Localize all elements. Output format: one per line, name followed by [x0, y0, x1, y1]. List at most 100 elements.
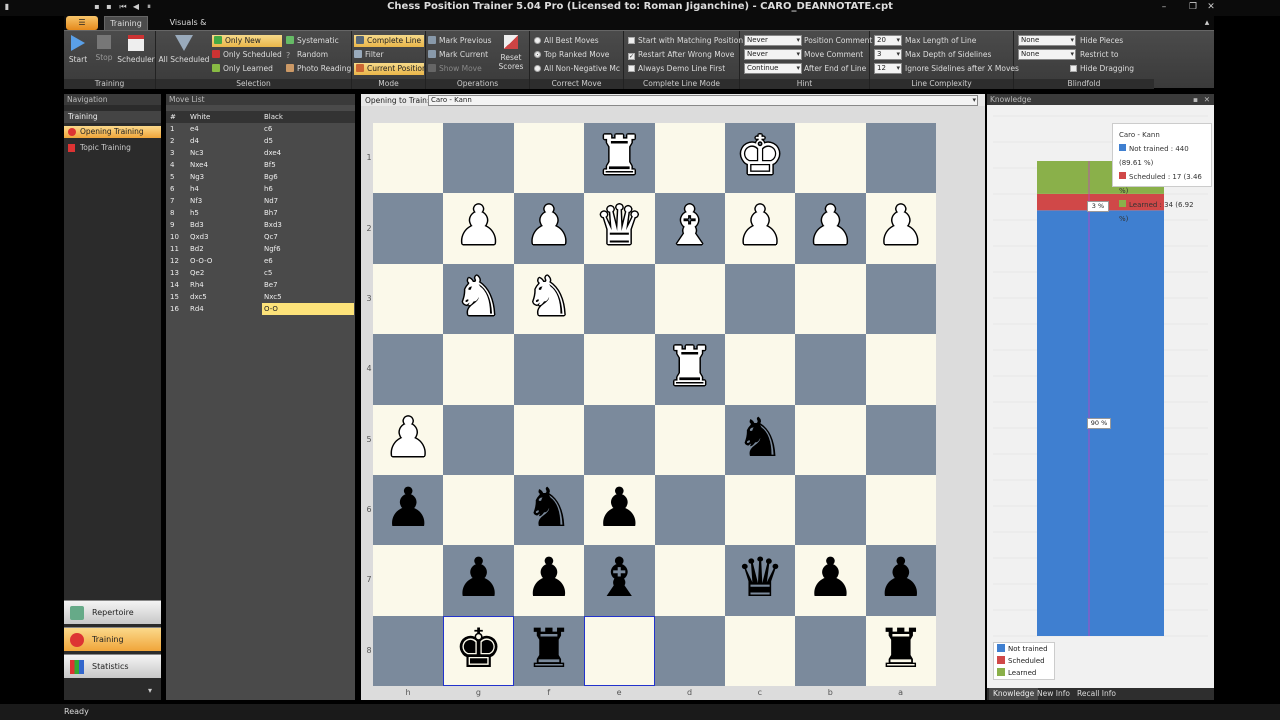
- white-pawn-piece[interactable]: ♟: [866, 193, 936, 263]
- tab-new-info[interactable]: New Info: [1037, 688, 1070, 700]
- square-a1[interactable]: [865, 123, 937, 194]
- current-position-button[interactable]: Current Position: [354, 63, 427, 75]
- end-of-line-select[interactable]: Continue: [744, 63, 802, 74]
- square-d8[interactable]: [654, 615, 725, 687]
- white-pawn-piece[interactable]: ♟: [443, 193, 513, 263]
- square-b3[interactable]: [795, 263, 866, 335]
- black-queen-piece[interactable]: ♛: [725, 545, 795, 615]
- hide-dragging-checkbox[interactable]: Hide Dragging: [1070, 63, 1134, 75]
- nav-button-statistics[interactable]: Statistics: [64, 654, 161, 678]
- scheduler-button[interactable]: Scheduler: [116, 35, 156, 75]
- pin-icon[interactable]: ▪: [1193, 94, 1198, 105]
- opening-select[interactable]: Caro - Kann: [428, 95, 978, 106]
- square-d1[interactable]: [654, 123, 725, 194]
- start-button[interactable]: Start: [64, 35, 92, 75]
- chevron-down-icon[interactable]: ▾: [148, 686, 152, 695]
- move-row[interactable]: 6 h4 h6: [166, 183, 355, 195]
- square-c4[interactable]: [724, 334, 796, 405]
- black-pawn-piece[interactable]: ♟: [795, 545, 865, 615]
- position-comment-select[interactable]: Never: [744, 35, 802, 46]
- restrict-to-select[interactable]: None: [1018, 49, 1076, 60]
- square-b5[interactable]: [795, 404, 866, 475]
- square-b6[interactable]: [795, 474, 866, 546]
- close-icon[interactable]: ✕: [1204, 94, 1210, 105]
- white-pawn-piece[interactable]: ♟: [373, 405, 443, 475]
- square-g6[interactable]: [443, 474, 514, 546]
- square-h2[interactable]: [373, 193, 444, 264]
- square-g1[interactable]: [443, 123, 514, 194]
- white-pawn-piece[interactable]: ♟: [514, 193, 584, 263]
- move-row[interactable]: 3 Nc3 dxe4: [166, 147, 355, 159]
- nav-button-repertoire[interactable]: Repertoire: [64, 600, 161, 624]
- white-knight-piece[interactable]: ♞: [514, 264, 584, 334]
- move-row[interactable]: 4 Nxe4 Bf5: [166, 159, 355, 171]
- stop-button[interactable]: Stop: [92, 35, 116, 75]
- square-a5[interactable]: [865, 404, 937, 475]
- top-ranked-move-radio[interactable]: Top Ranked Move: [534, 49, 609, 61]
- hide-pieces-select[interactable]: None: [1018, 35, 1076, 46]
- systematic-button[interactable]: Systematic: [286, 35, 350, 47]
- photo-reading-button[interactable]: Photo Reading: [286, 63, 351, 75]
- nav-button-training[interactable]: Training: [64, 627, 161, 651]
- white-king-piece[interactable]: ♚: [725, 123, 795, 193]
- start-matching-position-checkbox[interactable]: Start with Matching Position: [628, 35, 743, 47]
- maximize-icon[interactable]: ❐: [1186, 1, 1200, 13]
- square-d5[interactable]: [654, 404, 725, 475]
- all-scheduled-button[interactable]: All Scheduled: [158, 35, 210, 75]
- minimize-icon[interactable]: –: [1157, 1, 1171, 13]
- white-rook-piece[interactable]: ♜: [584, 123, 654, 193]
- move-row[interactable]: 7 Nf3 Nd7: [166, 195, 355, 207]
- move-comment-select[interactable]: Never: [744, 49, 802, 60]
- square-g5[interactable]: [443, 404, 514, 475]
- show-move-button[interactable]: Show Move: [428, 63, 492, 75]
- only-scheduled-button[interactable]: Only Scheduled: [212, 49, 282, 61]
- square-e4[interactable]: [584, 334, 655, 405]
- move-row[interactable]: 14 Rh4 Be7: [166, 279, 355, 291]
- close-icon[interactable]: ✕: [1204, 1, 1218, 13]
- square-d6[interactable]: [654, 474, 725, 546]
- move-row[interactable]: 8 h5 Bh7: [166, 207, 355, 219]
- max-depth-select[interactable]: 3: [874, 49, 902, 60]
- square-d7[interactable]: [654, 545, 725, 616]
- tab-visuals-sound[interactable]: Visuals & Sound: [156, 16, 220, 41]
- white-queen-piece[interactable]: ♛: [584, 193, 654, 263]
- square-g4[interactable]: [443, 334, 514, 405]
- move-row[interactable]: 11 Bd2 Ngf6: [166, 243, 355, 255]
- mark-previous-button[interactable]: Mark Previous: [428, 35, 492, 47]
- always-demo-line-checkbox[interactable]: Always Demo Line First: [628, 63, 725, 75]
- move-row[interactable]: 1 e4 c6: [166, 123, 355, 135]
- square-b4[interactable]: [795, 334, 866, 405]
- filter-button[interactable]: Filter: [354, 49, 424, 61]
- square-c3[interactable]: [724, 263, 796, 335]
- tab-knowledge[interactable]: Knowledge: [989, 688, 1039, 700]
- move-row[interactable]: 12 O-O-O e6: [166, 255, 355, 267]
- reset-scores-button[interactable]: Reset Scores: [494, 35, 528, 75]
- random-button[interactable]: ? Random: [286, 49, 350, 61]
- tab-recall-info[interactable]: Recall Info: [1077, 688, 1116, 700]
- move-row[interactable]: 10 Qxd3 Qc7: [166, 231, 355, 243]
- move-row[interactable]: 5 Ng3 Bg6: [166, 171, 355, 183]
- square-e3[interactable]: [584, 263, 655, 335]
- square-h1[interactable]: [373, 123, 444, 194]
- mark-current-button[interactable]: Mark Current: [428, 49, 492, 61]
- black-pawn-piece[interactable]: ♟: [373, 475, 443, 545]
- black-bishop-piece[interactable]: ♝: [584, 545, 654, 615]
- square-f5[interactable]: [513, 404, 585, 475]
- black-pawn-piece[interactable]: ♟: [866, 545, 936, 615]
- square-b8[interactable]: [795, 615, 866, 687]
- move-row[interactable]: 9 Bd3 Bxd3: [166, 219, 355, 231]
- square-h8[interactable]: [373, 615, 444, 687]
- square-c6[interactable]: [724, 474, 796, 546]
- square-h4[interactable]: [373, 334, 444, 405]
- black-pawn-piece[interactable]: ♟: [584, 475, 654, 545]
- black-pawn-piece[interactable]: ♟: [443, 545, 513, 615]
- black-knight-piece[interactable]: ♞: [514, 475, 584, 545]
- ignore-after-select[interactable]: 12: [874, 63, 902, 74]
- square-d3[interactable]: [654, 263, 725, 335]
- square-h7[interactable]: [373, 545, 444, 616]
- black-pawn-piece[interactable]: ♟: [514, 545, 584, 615]
- black-knight-piece[interactable]: ♞: [725, 405, 795, 475]
- only-learned-button[interactable]: Only Learned: [212, 63, 282, 75]
- move-row[interactable]: 16 Rd4 O-O: [166, 303, 355, 315]
- white-pawn-piece[interactable]: ♟: [795, 193, 865, 263]
